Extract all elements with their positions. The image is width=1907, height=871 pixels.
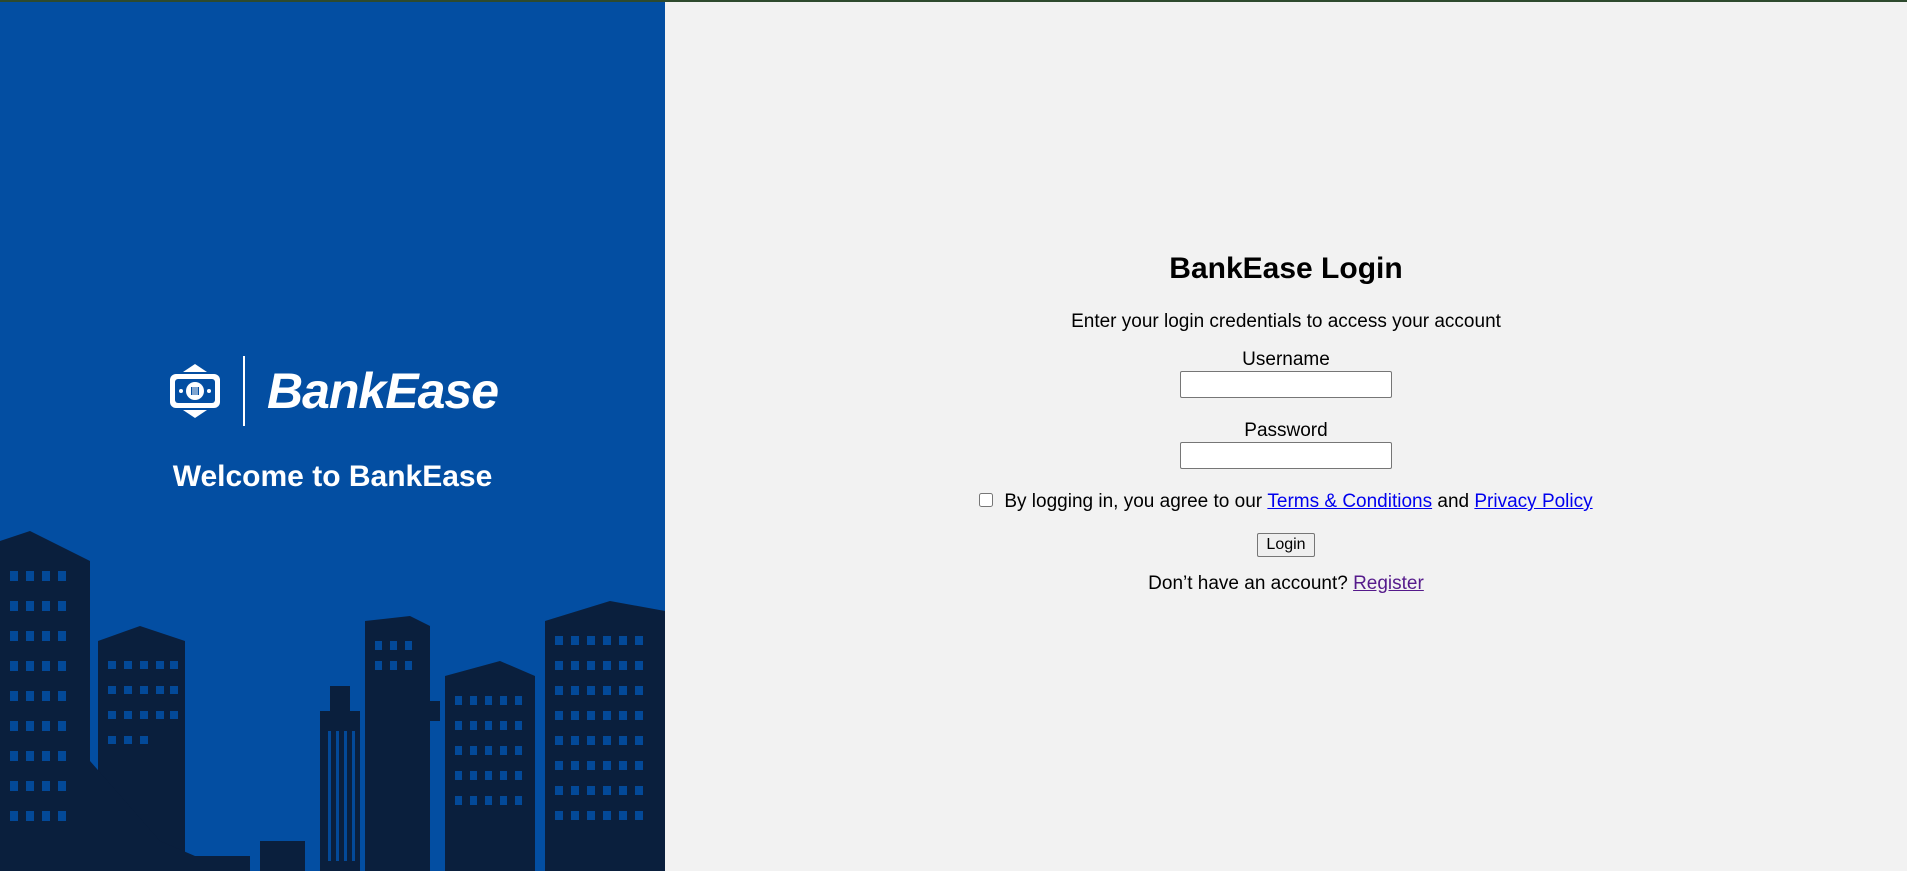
- terms-link[interactable]: Terms & Conditions: [1267, 491, 1432, 513]
- agree-text: By logging in, you agree to our: [1004, 491, 1263, 512]
- username-input[interactable]: [1180, 371, 1392, 398]
- login-form: BankEase Login Enter your login credenti…: [665, 252, 1907, 595]
- brand-logo: BankEase: [0, 356, 665, 426]
- atm-card-icon: [169, 364, 220, 418]
- brand-name: BankEase: [266, 363, 499, 419]
- terms-checkbox[interactable]: [979, 493, 994, 507]
- city-skyline-illustration: [0, 531, 665, 871]
- privacy-link[interactable]: Privacy Policy: [1474, 491, 1592, 513]
- login-title: BankEase Login: [1169, 252, 1403, 285]
- welcome-heading: Welcome to BankEase: [172, 460, 493, 493]
- brand-panel: BankEase Welcome to BankEase: [0, 2, 665, 871]
- username-label: Username: [1242, 349, 1330, 370]
- and-text: and: [1437, 491, 1470, 512]
- no-account-text: Don’t have an account?: [1148, 573, 1348, 594]
- brand-divider: [242, 356, 245, 426]
- login-button[interactable]: Login: [1257, 533, 1315, 557]
- login-panel: BankEase Login Enter your login credenti…: [665, 2, 1907, 871]
- password-group: Password: [665, 420, 1907, 469]
- register-link[interactable]: Register: [1353, 573, 1424, 594]
- login-subtitle: Enter your login credentials to access y…: [1071, 311, 1501, 332]
- username-group: Username: [665, 349, 1907, 398]
- password-label: Password: [1244, 420, 1328, 441]
- terms-agreement-row: By logging in, you agree to our Terms & …: [665, 491, 1907, 513]
- register-row: Don’t have an account? Register: [665, 573, 1907, 595]
- password-input[interactable]: [1180, 442, 1392, 469]
